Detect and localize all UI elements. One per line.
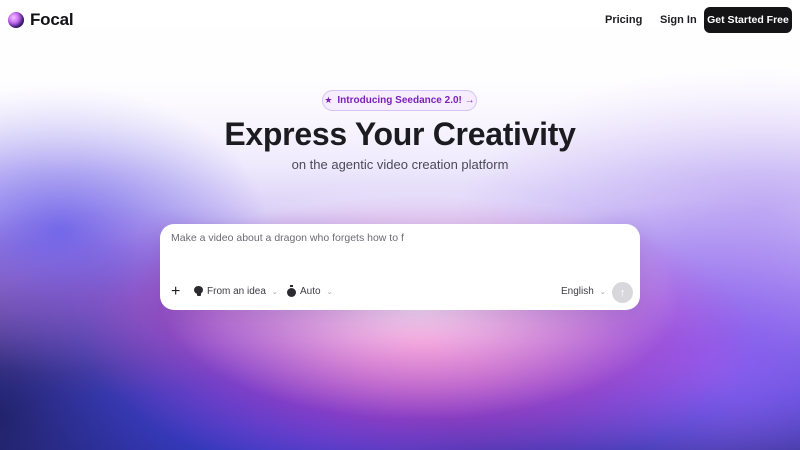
prompt-card: + From an idea ⌄ Auto ⌄ English ⌄ <box>160 224 640 310</box>
mode-label: From an idea <box>207 286 266 297</box>
arrow-up-icon: ↑ <box>619 286 626 299</box>
mode-selector[interactable]: From an idea ⌄ <box>194 286 278 297</box>
brand-logo[interactable]: Focal <box>8 10 74 30</box>
language-label: English <box>561 286 594 297</box>
star-icon: ★ <box>324 95 333 105</box>
nav-sign-in-link[interactable]: Sign In <box>660 14 697 26</box>
stopwatch-icon <box>287 285 296 297</box>
chevron-down-icon: ⌄ <box>599 288 606 296</box>
brand-name: Focal <box>30 10 74 29</box>
add-attachment-icon[interactable]: + <box>171 283 180 301</box>
announcement-text: Introducing Seedance 2.0! → <box>337 95 475 106</box>
language-selector[interactable]: English ⌄ <box>561 286 606 297</box>
duration-label: Auto <box>300 286 321 297</box>
prompt-input[interactable] <box>171 232 621 244</box>
announcement-badge[interactable]: ★ Introducing Seedance 2.0! → <box>322 90 477 111</box>
chevron-down-icon: ⌄ <box>271 288 278 296</box>
send-button[interactable]: ↑ <box>612 282 633 303</box>
chevron-down-icon: ⌄ <box>326 288 333 296</box>
logo-orb-icon <box>8 12 24 28</box>
lightbulb-icon <box>194 286 203 297</box>
get-started-button[interactable]: Get Started Free <box>704 7 792 33</box>
hero-title: Express Your Creativity <box>224 116 576 152</box>
nav-pricing-link[interactable]: Pricing <box>605 14 642 26</box>
top-nav: Focal Pricing Sign In Get Started Free <box>0 0 800 40</box>
duration-selector[interactable]: Auto ⌄ <box>287 285 333 297</box>
hero-subtitle: on the agentic video creation platform <box>291 157 509 172</box>
